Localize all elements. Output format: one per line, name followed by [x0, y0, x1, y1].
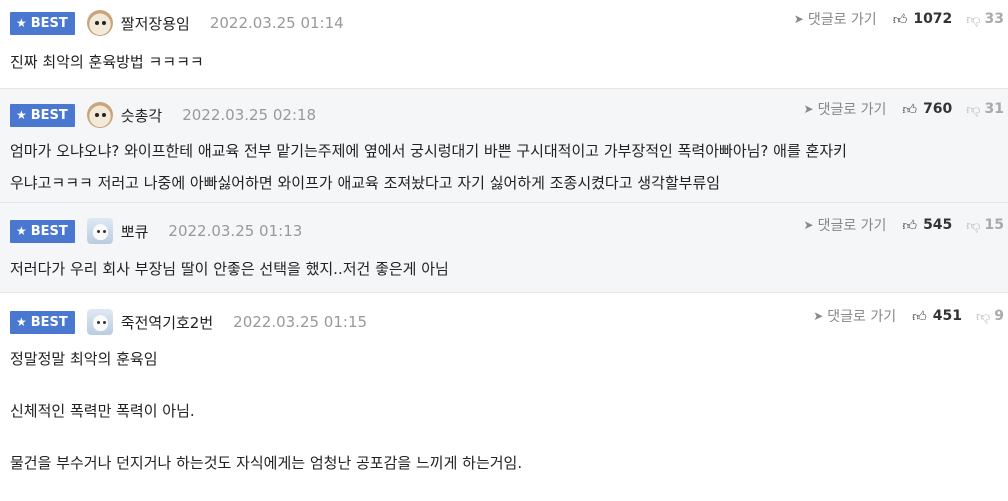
thumbs-down-icon: 👎︎	[966, 11, 981, 28]
best-label: BEST	[30, 15, 68, 31]
avatar[interactable]	[86, 10, 113, 36]
reply-arrow-icon: ➤	[803, 218, 814, 232]
best-label: BEST	[30, 223, 68, 239]
downvote-count: 31	[984, 101, 1004, 117]
upvote-count: 760	[923, 101, 953, 117]
comment-text-line: 진짜 최악의 훈육방법 ㅋㅋㅋㅋ	[10, 53, 204, 71]
downvote-button[interactable]: 👎︎ 15	[966, 217, 1004, 234]
comment-text-line: 물건을 부수거나 던지거나 하는것도 자식에게는 엄청난 공포감을 느끼게 하는…	[10, 454, 523, 472]
comment-body: 정말정말 최악의 훈육임 신체적인 폭력만 폭력이 아님. 물건을 부수거나 던…	[10, 345, 994, 501]
star-icon: ★	[16, 224, 27, 238]
comment-item: ★ BEST 짤저장용임 2022.03.25 01:14 ➤ 댓글로 가기 👍︎ 1…	[0, 0, 1008, 89]
comment-actions: ➤ 댓글로 가기 👍︎ 545 👎︎ 15	[804, 215, 1005, 235]
thumbs-up-icon: 👍︎	[902, 101, 918, 118]
downvote-count: 33	[984, 11, 1004, 27]
best-badge: ★ BEST	[10, 310, 75, 334]
comment-text-line: 신체적인 폭력만 폭력이 아님.	[10, 402, 195, 420]
thumbs-down-icon: 👎︎	[966, 101, 981, 118]
comment-item: ★ BEST 뽀큐 2022.03.25 01:13 ➤ 댓글로 가기 👍︎ 545 …	[0, 203, 1008, 293]
comment-date: 2022.03.25 01:13	[168, 222, 303, 240]
author-nickname[interactable]: 뽀큐	[121, 221, 149, 242]
reply-link[interactable]: ➤ 댓글로 가기	[804, 99, 887, 119]
comment-date: 2022.03.25 02:18	[182, 106, 317, 124]
reply-link[interactable]: ➤ 댓글로 가기	[804, 215, 887, 235]
comment-actions: ➤ 댓글로 가기 👍︎ 760 👎︎ 31	[804, 99, 1005, 119]
comment-item: ★ BEST 슷총각 2022.03.25 02:18 ➤ 댓글로 가기 👍︎ 760…	[0, 89, 1008, 203]
reply-arrow-icon: ➤	[813, 309, 824, 323]
downvote-count: 15	[984, 217, 1004, 233]
reply-label: 댓글로 가기	[817, 102, 887, 118]
best-label: BEST	[30, 314, 68, 330]
reply-link[interactable]: ➤ 댓글로 가기	[813, 306, 896, 326]
star-icon: ★	[16, 315, 27, 329]
comment-header: ★ BEST 짤저장용임 2022.03.25 01:14	[10, 9, 344, 37]
comment-actions: ➤ 댓글로 가기 👍︎ 451 👎︎ 9	[813, 306, 1004, 326]
avatar[interactable]	[86, 309, 113, 335]
comment-item: ★ BEST 죽전역기호2번 2022.03.25 01:15 ➤ 댓글로 가기 👍…	[0, 293, 1008, 476]
reply-label: 댓글로 가기	[807, 12, 877, 28]
downvote-button[interactable]: 👎︎ 33	[966, 11, 1004, 28]
downvote-button[interactable]: 👎︎ 9	[976, 308, 1004, 325]
comment-header: ★ BEST 뽀큐 2022.03.25 01:13	[10, 217, 302, 245]
downvote-button[interactable]: 👎︎ 31	[966, 101, 1004, 118]
star-icon: ★	[16, 108, 27, 122]
comment-actions: ➤ 댓글로 가기 👍︎ 1072 👎︎ 33	[794, 9, 1004, 29]
best-badge: ★ BEST	[10, 219, 75, 243]
author-nickname[interactable]: 슷총각	[121, 105, 162, 126]
upvote-count: 451	[932, 308, 963, 324]
comment-date: 2022.03.25 01:15	[233, 313, 368, 331]
best-badge: ★ BEST	[10, 103, 75, 127]
upvote-button[interactable]: 👍︎ 760	[902, 101, 952, 118]
upvote-button[interactable]: 👍︎ 545	[902, 217, 952, 234]
author-nickname[interactable]: 죽전역기호2번	[121, 312, 213, 333]
comment-body: 저러다가 우리 회사 부장님 딸이 안좋은 선택을 했지..저건 좋은게 아님	[10, 255, 994, 283]
thumbs-down-icon: 👎︎	[976, 308, 991, 325]
reply-label: 댓글로 가기	[817, 218, 887, 234]
downvote-count: 9	[994, 308, 1004, 324]
author-nickname[interactable]: 짤저장용임	[121, 13, 190, 34]
avatar[interactable]	[86, 102, 113, 128]
thumbs-up-icon: 👍︎	[902, 217, 918, 234]
comment-header: ★ BEST 죽전역기호2번 2022.03.25 01:15	[10, 308, 367, 336]
comment-text-line: 정말정말 최악의 훈육임	[10, 350, 158, 368]
reply-arrow-icon: ➤	[803, 102, 814, 116]
reply-link[interactable]: ➤ 댓글로 가기	[794, 9, 877, 29]
thumbs-up-icon: 👍︎	[892, 11, 908, 28]
upvote-count: 1072	[913, 11, 953, 27]
star-icon: ★	[16, 16, 27, 30]
comment-date: 2022.03.25 01:14	[209, 14, 344, 32]
upvote-count: 545	[923, 217, 953, 233]
comment-text-line: 우냐고ㅋㅋㅋ 저러고 나중에 아빠싫어하면 와이프가 애교육 조져놨다고 자기 …	[10, 174, 721, 192]
comment-text-line: 엄마가 오냐오냐? 와이프한테 애교육 전부 맡기는주제에 옆에서 궁시렁대기 …	[10, 142, 847, 160]
thumbs-down-icon: 👎︎	[966, 217, 981, 234]
comment-body: 엄마가 오냐오냐? 와이프한테 애교육 전부 맡기는주제에 옆에서 궁시렁대기 …	[10, 137, 994, 197]
comment-header: ★ BEST 슷총각 2022.03.25 02:18	[10, 101, 316, 129]
reply-arrow-icon: ➤	[793, 12, 804, 26]
thumbs-up-icon: 👍︎	[912, 308, 927, 325]
avatar[interactable]	[86, 218, 113, 244]
upvote-button[interactable]: 👍︎ 451	[912, 308, 962, 325]
best-badge: ★ BEST	[10, 11, 75, 35]
comment-text-line: 저러다가 우리 회사 부장님 딸이 안좋은 선택을 했지..저건 좋은게 아님	[10, 260, 449, 278]
reply-label: 댓글로 가기	[827, 309, 897, 325]
upvote-button[interactable]: 👍︎ 1072	[893, 11, 953, 28]
best-label: BEST	[30, 107, 68, 123]
comment-body: 진짜 최악의 훈육방법 ㅋㅋㅋㅋ	[10, 48, 994, 76]
